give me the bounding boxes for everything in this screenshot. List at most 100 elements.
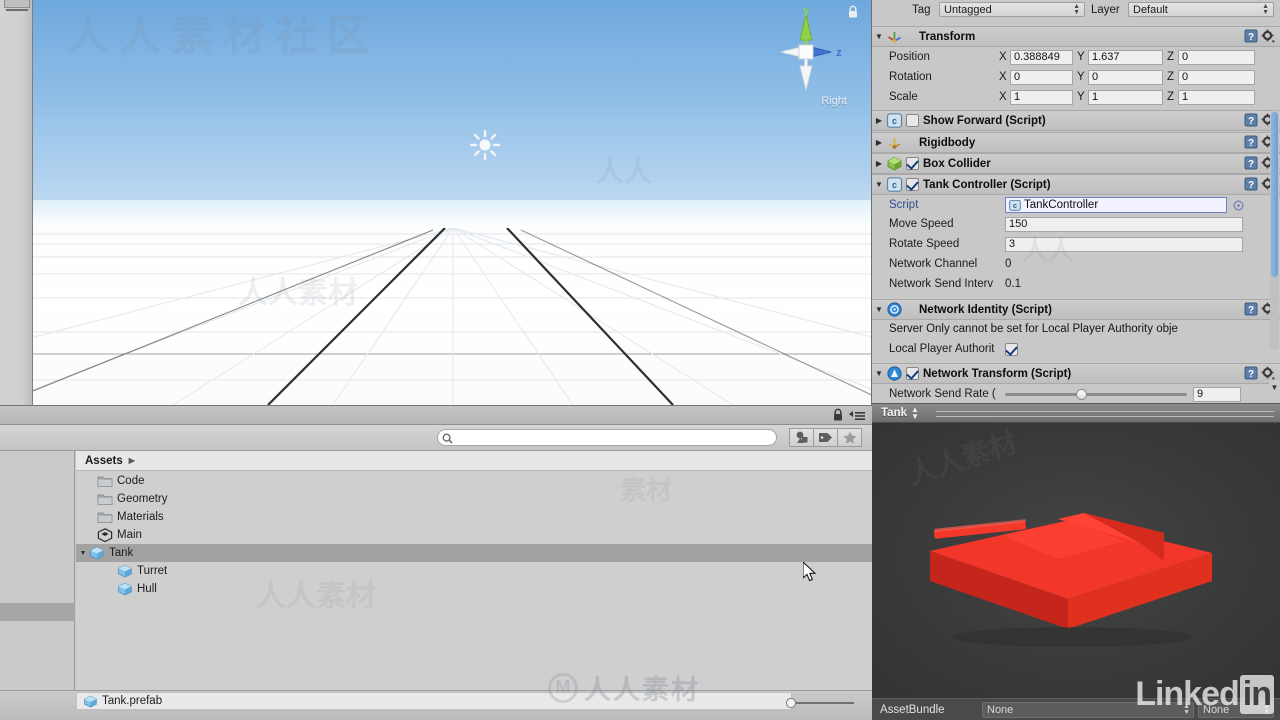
rotation-y-field[interactable]: 0 [1088, 69, 1163, 85]
component-header-network-transform[interactable]: ▼ Network Transform (Script) ? [872, 363, 1280, 384]
directional-light-icon[interactable] [470, 130, 500, 160]
breadcrumb[interactable]: Assets ▶ [76, 451, 872, 471]
inspector-scrollbar[interactable] [1270, 110, 1279, 350]
assetbundle-variant-dropdown[interactable]: None ▲ ▼ [1198, 701, 1274, 718]
filter-by-label-button[interactable] [813, 428, 838, 447]
project-tab-bar[interactable] [0, 406, 872, 425]
position-x-field[interactable]: 0.388849 [1010, 49, 1073, 65]
tag-dropdown[interactable]: Untagged ▲ ▼ [939, 2, 1085, 17]
list-item[interactable]: Geometry [76, 490, 872, 508]
position-z-field[interactable]: 0 [1178, 49, 1255, 65]
script-object-field[interactable]: c TankController [1005, 197, 1227, 213]
component-tools[interactable]: ? [1244, 29, 1275, 43]
filter-by-type-button[interactable] [789, 428, 814, 447]
foldout[interactable] [85, 508, 97, 526]
foldout-box-collider[interactable]: ▶ [872, 159, 886, 168]
help-icon[interactable]: ? [1244, 177, 1258, 191]
gear-icon[interactable] [1261, 29, 1275, 43]
foldout[interactable] [85, 490, 97, 508]
foldout-network-identity[interactable]: ▼ [872, 305, 886, 314]
assetbundle-name-dropdown[interactable]: None ▲ ▼ [982, 701, 1194, 718]
scroll-down-arrow-icon[interactable]: ▼ [1269, 380, 1280, 394]
scale-z-field[interactable]: 1 [1178, 89, 1255, 105]
rotate-speed-field[interactable]: 3 [1005, 236, 1243, 252]
project-folder-tree[interactable] [0, 451, 75, 720]
list-item[interactable]: Code [76, 472, 872, 490]
list-item[interactable]: Main [76, 526, 872, 544]
panel-menu-icon[interactable] [849, 411, 865, 421]
foldout-transform[interactable]: ▼ [872, 32, 886, 41]
preview-panel[interactable]: Tank ▲ ▼ 人人素材 AssetBundle None ▲ ▼ None … [872, 403, 1280, 720]
component-header-tank-controller[interactable]: ▼ c Tank Controller (Script) ? [872, 174, 1280, 195]
project-toolbar[interactable] [0, 425, 872, 451]
help-icon[interactable]: ? [1244, 29, 1258, 43]
layer-dropdown[interactable]: Default ▲ ▼ [1128, 2, 1274, 17]
search-input[interactable] [455, 430, 755, 445]
list-item[interactable]: Materials [76, 508, 872, 526]
component-enable-checkbox[interactable] [906, 178, 919, 191]
help-icon[interactable]: ? [1244, 135, 1258, 149]
component-enable-checkbox[interactable] [906, 157, 919, 170]
foldout-rigidbody[interactable]: ▶ [872, 138, 886, 147]
inspector-scrollbar-thumb[interactable] [1271, 112, 1278, 277]
list-item[interactable]: Turret [76, 562, 872, 580]
preview-viewport[interactable]: 人人素材 [872, 423, 1280, 698]
help-icon[interactable]: ? [1244, 156, 1258, 170]
transform-scale-row[interactable]: Scale X 1 Y 1 Z 1 [872, 87, 1280, 107]
rotation-x-field[interactable]: 0 [1010, 69, 1073, 85]
tag-layer-row[interactable]: Tag Untagged ▲ ▼ Layer Default ▲ ▼ [872, 0, 1280, 19]
favorites-button[interactable] [837, 428, 862, 447]
foldout-network-transform[interactable]: ▼ [872, 369, 886, 378]
component-enable-checkbox[interactable] [906, 114, 919, 127]
foldout-show-forward[interactable]: ▶ [872, 116, 886, 125]
scene-view[interactable]: y z Right 人人素材社区 [33, 0, 872, 405]
updown-arrows-icon[interactable]: ▲ ▼ [911, 406, 919, 421]
position-y-field[interactable]: 1.637 [1088, 49, 1163, 65]
network-channel-row[interactable]: Network Channel 0 [872, 254, 1280, 274]
list-item[interactable]: Hull [76, 580, 872, 598]
scene-orientation-gizmo[interactable]: y z [763, 6, 849, 106]
transform-position-row[interactable]: Position X 0.388849 Y 1.637 Z 0 [872, 47, 1280, 67]
project-asset-list[interactable]: Assets ▶ Code Geometry Materials Main ▼ … [76, 451, 872, 720]
object-picker-icon[interactable] [1233, 199, 1244, 211]
foldout[interactable] [105, 580, 117, 598]
preview-header[interactable]: Tank ▲ ▼ [872, 403, 1280, 423]
network-send-rate-row[interactable]: Network Send Rate ( 9 [872, 384, 1280, 403]
foldout[interactable]: ▼ [77, 544, 89, 562]
list-item[interactable]: ▼ Tank [76, 544, 872, 562]
component-tools[interactable]: ? [1244, 366, 1275, 380]
rotate-speed-row[interactable]: Rotate Speed 3 [872, 234, 1280, 254]
foldout-tank-controller[interactable]: ▼ [872, 180, 886, 189]
search-box[interactable] [437, 429, 777, 446]
lock-icon[interactable] [832, 408, 844, 422]
help-icon[interactable]: ? [1244, 302, 1258, 316]
gear-icon[interactable] [1261, 366, 1275, 380]
network-send-interval-row[interactable]: Network Send Interv 0.1 [872, 274, 1280, 294]
local-player-authority-row[interactable]: Local Player Authorit [872, 339, 1280, 359]
foldout[interactable] [105, 562, 117, 580]
network-send-rate-slider[interactable] [1005, 387, 1187, 401]
move-speed-row[interactable]: Move Speed 150 [872, 214, 1280, 234]
foldout[interactable] [85, 472, 97, 490]
network-send-rate-field[interactable]: 9 [1193, 386, 1241, 402]
thumbnail-zoom-slider[interactable] [782, 697, 860, 709]
help-icon[interactable]: ? [1244, 366, 1258, 380]
component-header-transform[interactable]: ▼ Transform ? [872, 26, 1280, 47]
preview-drag-rule[interactable] [936, 411, 1274, 417]
script-row[interactable]: Script c TankController [872, 195, 1280, 215]
scale-y-field[interactable]: 1 [1088, 89, 1163, 105]
scale-x-field[interactable]: 1 [1010, 89, 1073, 105]
component-header-network-identity[interactable]: ▼ Network Identity (Script) ? [872, 299, 1280, 320]
hierarchy-strip[interactable] [0, 0, 33, 405]
preview-footer[interactable]: AssetBundle None ▲ ▼ None ▲ ▼ [872, 698, 1280, 720]
component-header-show-forward[interactable]: ▶ c Show Forward (Script) ? [872, 110, 1280, 131]
project-panel[interactable]: Assets ▶ Code Geometry Materials Main ▼ … [0, 405, 872, 720]
component-header-box-collider[interactable]: ▶ Box Collider ? [872, 153, 1280, 174]
slider-knob[interactable] [1076, 389, 1087, 400]
help-icon[interactable]: ? [1244, 113, 1258, 127]
foldout[interactable] [85, 526, 97, 544]
move-speed-field[interactable]: 150 [1005, 216, 1243, 232]
rotation-z-field[interactable]: 0 [1178, 69, 1255, 85]
component-header-rigidbody[interactable]: ▶ Rigidbody ? [872, 132, 1280, 153]
transform-rotation-row[interactable]: Rotation X 0 Y 0 Z 0 [872, 67, 1280, 87]
